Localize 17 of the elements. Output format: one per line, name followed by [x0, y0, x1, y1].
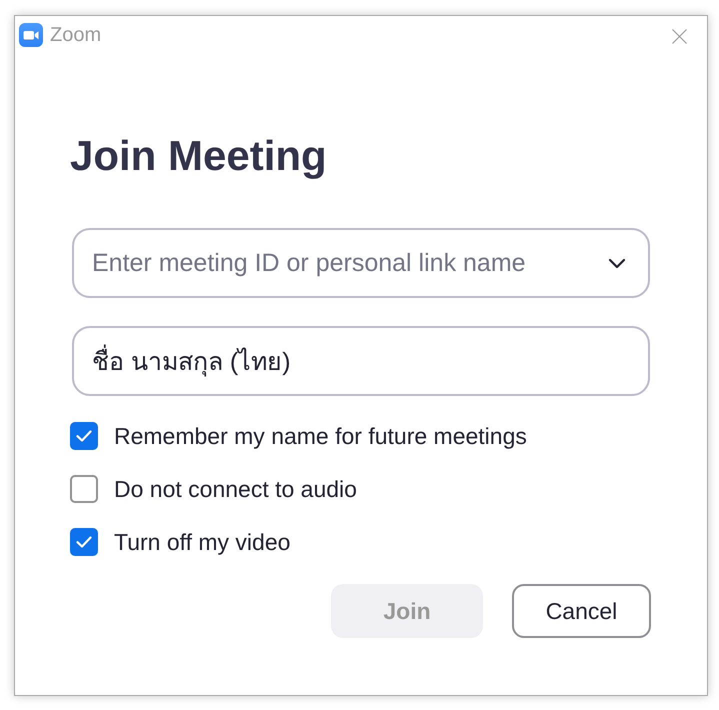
check-icon — [76, 536, 92, 548]
checkbox[interactable] — [70, 475, 98, 503]
dialog-heading: Join Meeting — [70, 131, 328, 181]
window-title: Zoom — [50, 23, 102, 47]
meeting-id-dropdown[interactable]: Enter meeting ID or personal link name — [72, 228, 650, 298]
video-camera-icon — [19, 23, 43, 47]
checkbox-label: Do not connect to audio — [114, 475, 357, 503]
check-icon — [76, 430, 92, 442]
close-button[interactable] — [672, 29, 687, 44]
name-field[interactable]: ชื่อ นามสกุล (ไทย) — [72, 326, 650, 396]
close-icon — [672, 29, 687, 44]
checkbox-label: Remember my name for future meetings — [114, 422, 527, 450]
checkbox-label: Turn off my video — [114, 528, 290, 556]
chevron-down-icon[interactable] — [608, 258, 626, 269]
cancel-button[interactable]: Cancel — [512, 584, 651, 638]
checkbox[interactable] — [70, 422, 98, 450]
checkbox[interactable] — [70, 528, 98, 556]
